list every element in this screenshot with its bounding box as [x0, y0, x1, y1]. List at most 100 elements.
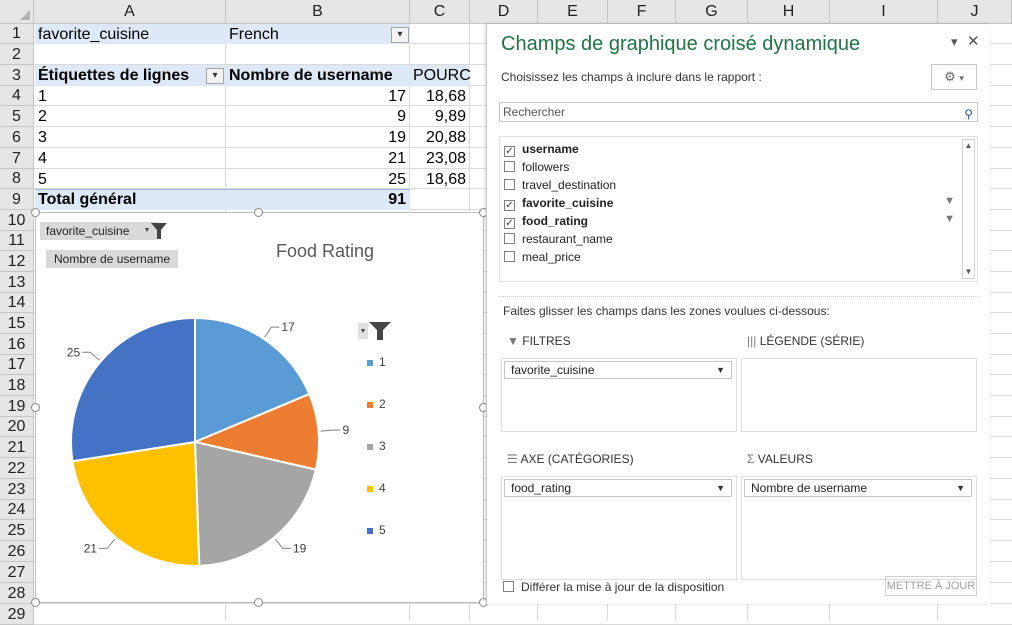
zone-axis-box[interactable]: food_rating ▼ — [501, 476, 737, 580]
field-item-label: travel_destination — [522, 178, 617, 192]
field-list-scrollbar[interactable]: ▲ ▼ — [962, 139, 975, 279]
scroll-up-icon[interactable]: ▲ — [963, 140, 974, 152]
row-header[interactable]: 1 — [0, 24, 34, 44]
row-header[interactable]: 4 — [0, 86, 34, 106]
row-header[interactable]: 12 — [0, 251, 34, 272]
row-header[interactable]: 5 — [0, 106, 34, 127]
legend-filter-icon[interactable] — [358, 321, 392, 341]
row-header[interactable]: 24 — [0, 500, 34, 520]
chart-resize-handle-bottom-left[interactable] — [31, 598, 40, 607]
row-header[interactable]: 15 — [0, 313, 34, 334]
row-header[interactable]: 3 — [0, 65, 34, 86]
scroll-down-icon[interactable]: ▼ — [963, 266, 974, 278]
col-header-a[interactable]: A — [34, 0, 226, 24]
row-header[interactable]: 9 — [0, 189, 34, 210]
row-header[interactable]: 21 — [0, 437, 34, 458]
update-button[interactable]: METTRE À JOUR — [885, 576, 977, 596]
row-header[interactable]: 22 — [0, 458, 34, 479]
row-header[interactable]: 6 — [0, 127, 34, 148]
pivot-filter-dropdown-icon[interactable]: ▾ — [391, 27, 409, 43]
row-header[interactable]: 19 — [0, 396, 34, 417]
row-header[interactable]: 26 — [0, 541, 34, 562]
legend-item-4[interactable]: 4 — [367, 481, 386, 495]
zone-legend-box[interactable] — [741, 358, 977, 432]
chart-resize-handle-left[interactable] — [31, 403, 40, 412]
pivot-filter-value[interactable]: French — [229, 25, 279, 45]
col-header-d[interactable]: D — [470, 0, 538, 24]
checkbox-icon[interactable]: ✓ — [504, 218, 515, 229]
row-header[interactable]: 13 — [0, 272, 34, 293]
row-header[interactable]: 28 — [0, 583, 34, 604]
legend-swatch — [367, 401, 373, 408]
zone-filters-box[interactable]: favorite_cuisine ▼ — [501, 358, 737, 432]
row-header[interactable]: 7 — [0, 148, 34, 169]
select-all-corner[interactable] — [0, 0, 34, 24]
chart-resize-handle-top-left[interactable] — [31, 208, 40, 217]
field-item-label: food_rating — [522, 214, 588, 228]
field-item-followers[interactable]: followers — [504, 159, 569, 175]
search-icon[interactable]: ⚲ — [964, 105, 973, 123]
chart-resize-handle-bottom[interactable] — [254, 598, 263, 607]
col-header-j[interactable]: J — [938, 0, 1012, 24]
field-item-restaurant-name[interactable]: restaurant_name — [504, 231, 613, 247]
sigma-icon: Σ — [747, 452, 755, 466]
chart-resize-handle-top[interactable] — [254, 208, 263, 217]
checkbox-icon[interactable] — [504, 233, 515, 244]
row-header[interactable]: 18 — [0, 375, 34, 396]
zone-values-item[interactable]: Nombre de username ▼ — [744, 479, 972, 497]
row-header[interactable]: 10 — [0, 210, 34, 231]
pivot-row-count: 17 — [388, 88, 406, 105]
row-header[interactable]: 25 — [0, 520, 34, 541]
row-header[interactable]: 14 — [0, 293, 34, 313]
field-item-food-rating[interactable]: ✓ food_rating — [504, 213, 588, 229]
pie-slice-5[interactable] — [70, 316, 196, 463]
col-header-e[interactable]: E — [538, 0, 608, 24]
field-filter-icon: ▼ — [944, 195, 955, 207]
legend-item-1[interactable]: 1 — [367, 355, 386, 369]
legend-swatch — [367, 527, 373, 534]
checkbox-icon[interactable] — [504, 179, 515, 190]
pane-options-chevron-icon[interactable]: ▾ — [951, 34, 958, 50]
row-header[interactable]: 29 — [0, 604, 34, 625]
checkbox-icon[interactable] — [504, 161, 515, 172]
row-header[interactable]: 11 — [0, 231, 34, 251]
checkbox-icon[interactable]: ✓ — [504, 200, 515, 211]
row-label-filter-icon[interactable]: ▾ — [206, 68, 224, 84]
col-header-c[interactable]: C — [410, 0, 470, 24]
pie-chart[interactable]: favorite_cuisine Nombre de username Food… — [31, 208, 488, 607]
legend-item-3[interactable]: 3 — [367, 439, 386, 453]
legend-item-5[interactable]: 5 — [367, 523, 386, 537]
row-header[interactable]: 8 — [0, 169, 34, 189]
field-item-travel-destination[interactable]: travel_destination — [504, 177, 616, 193]
zone-values-label: VALEURS — [757, 452, 813, 466]
checkbox-icon[interactable] — [504, 251, 515, 262]
legend-item-2[interactable]: 2 — [367, 397, 386, 411]
row-header[interactable]: 23 — [0, 479, 34, 500]
col-header-g[interactable]: G — [676, 0, 748, 24]
checkbox-icon[interactable]: ✓ — [504, 146, 515, 157]
field-search-input[interactable]: Rechercher ⚲ — [499, 102, 978, 122]
field-item-meal-price[interactable]: meal_price — [504, 249, 581, 265]
data-label-leader — [320, 429, 341, 432]
row-header[interactable]: 20 — [0, 417, 34, 437]
row-header[interactable]: 2 — [0, 44, 34, 65]
layout-settings-button[interactable]: ⚙ ▾ — [931, 64, 977, 90]
col-header-i[interactable]: I — [830, 0, 938, 24]
zone-axis-item[interactable]: food_rating ▼ — [504, 479, 732, 497]
checkbox-icon[interactable] — [503, 581, 514, 592]
row-header[interactable]: 27 — [0, 562, 34, 583]
field-item-favorite-cuisine[interactable]: ✓ favorite_cuisine — [504, 195, 613, 211]
defer-update-checkbox[interactable]: Différer la mise à jour de la dispositio… — [503, 580, 724, 594]
zone-filters-item-label: favorite_cuisine — [511, 363, 595, 377]
col-header-b[interactable]: B — [226, 0, 410, 24]
col-header-h[interactable]: H — [748, 0, 830, 24]
legend-series-icon: ||| — [747, 334, 757, 348]
zone-values-box[interactable]: Nombre de username ▼ — [741, 476, 977, 580]
col-header-f[interactable]: F — [608, 0, 676, 24]
row-header[interactable]: 17 — [0, 355, 34, 375]
close-icon[interactable]: ✕ — [967, 32, 980, 50]
zone-filters-item[interactable]: favorite_cuisine ▼ — [504, 361, 732, 379]
row-header[interactable]: 16 — [0, 334, 34, 355]
field-filter-icon: ▼ — [944, 213, 955, 225]
field-item-username[interactable]: ✓ username — [504, 141, 579, 157]
